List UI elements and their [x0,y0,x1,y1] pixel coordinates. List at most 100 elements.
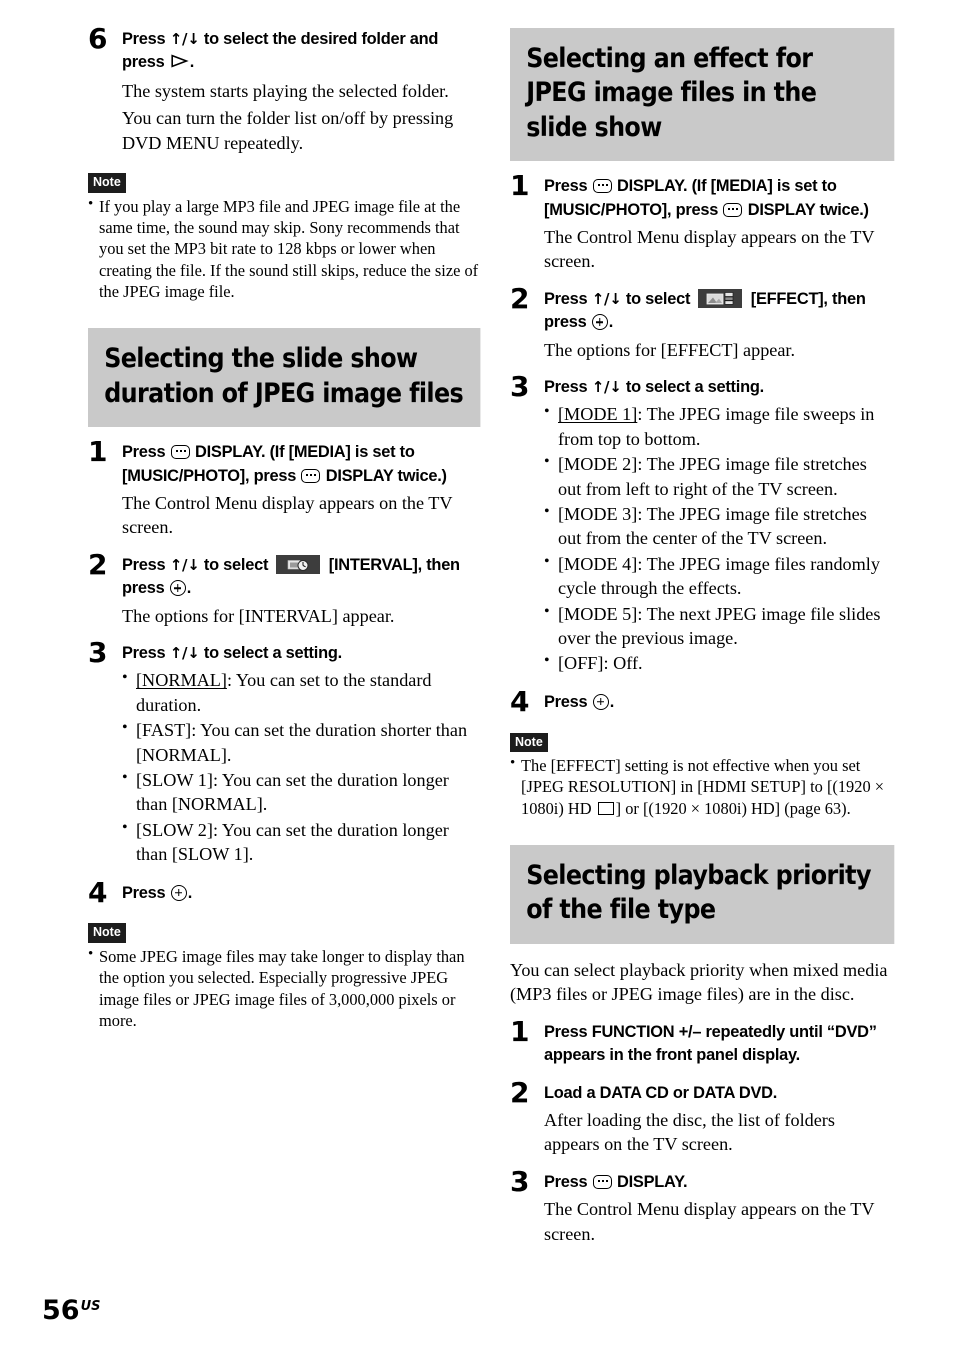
step-3-title-part-b: to select a setting. [621,378,764,397]
display-icon [592,1175,612,1190]
step-3-duration: 3 Press ↑/↓ to select a setting. [NORMAL… [88,636,480,867]
display-icon [592,179,612,194]
step-number: 2 [510,282,530,316]
step-1-priority: 1 Press FUNCTION +/– repeatedly until “D… [510,1015,894,1068]
step-2-priority: 2 Load a DATA CD or DATA DVD. After load… [510,1075,894,1157]
option-item: [MODE 3]: The JPEG image file stretches … [544,501,894,551]
option-item: [OFF]: Off. [544,650,894,675]
step-1-title: Press DISPLAY. (If [MEDIA] is set to [MU… [544,175,894,222]
step-2-desc: The options for [EFFECT] appear. [544,339,796,360]
note-item: If you play a large MP3 file and JPEG im… [88,195,480,303]
option-item: [SLOW 1]: You can set the duration longe… [122,767,480,817]
option-item: [FAST]: You can set the duration shorter… [122,717,480,767]
note-block-3: Note The [EFFECT] setting is not effecti… [510,732,894,819]
step-number: 6 [88,22,108,55]
step-2-title-part-d: . [608,313,614,332]
step-6-title-part-a: Press [122,30,170,48]
enter-icon [592,693,609,710]
option-label: [SLOW 2] [136,819,213,840]
enter-icon [169,580,186,597]
left-column: 6 Press ↑/↓ to select the desired folder… [0,22,481,1246]
option-label: [MODE 3] [558,504,638,525]
step-number: 1 [510,1015,530,1049]
step-2-title-part-a: Press [544,290,592,309]
step-4-duration: 4 Press . [88,875,480,909]
step-6: 6 Press ↑/↓ to select the desired folder… [88,22,480,155]
step-number: 2 [88,548,108,582]
step-1-title-part-c: DISPLAY twice.) [743,200,869,219]
step-6-title-part-c: . [189,53,195,72]
step-number: 1 [88,435,108,469]
display-icon [723,202,743,217]
step-4-title-part-a: Press [122,883,170,902]
step-2-title-part-d: . [186,579,192,598]
step-4-title: Press . [544,691,894,714]
note-item: Some JPEG image files may take longer to… [88,945,480,1031]
step-1-desc: The Control Menu display appears on the … [122,492,453,538]
step-number: 3 [88,636,108,670]
note-block-1: Note If you play a large MP3 file and JP… [88,173,480,302]
step-1-desc: The Control Menu display appears on the … [544,226,875,272]
step-2-title: Press ↑/↓ to select [INTERVAL], then pre… [122,554,480,601]
play-icon [170,52,189,75]
step-3-title-part-a: Press [544,378,592,397]
step-4-title-part-b: . [187,883,193,902]
step-2-title-part-a: Press [122,556,170,575]
option-item: [MODE 5]: The next JPEG image file slide… [544,601,894,651]
option-label: [MODE 5] [558,603,638,624]
note-list: If you play a large MP3 file and JPEG im… [88,195,480,303]
page-number: 56US [42,1297,101,1324]
step-number: 2 [510,1075,530,1109]
note-badge: Note [88,923,126,943]
step-2-title: Press ↑/↓ to select [EFFECT], then press… [544,288,894,335]
step-4-title-part-b: . [609,692,615,711]
interval-icon [276,555,321,575]
step-1-title: Press FUNCTION +/– repeatedly until “DVD… [544,1023,877,1065]
note-list: The [EFFECT] setting is not effective wh… [510,754,894,819]
step-3-title-part-b: DISPLAY. [612,1173,688,1192]
step-2-title-part-b: to select [199,556,273,575]
step-3-desc: The Control Menu display appears on the … [544,1199,875,1244]
step-4-title: Press . [122,882,480,905]
display-icon [170,445,190,460]
step-6-desc-1: The system starts playing the selected f… [122,80,449,101]
step-number: 3 [510,370,530,404]
right-column: Selecting an effect for JPEG image files… [477,28,954,1246]
note-badge: Note [88,173,126,193]
updown-arrows-icon: ↑/↓ [591,290,622,309]
blank-box-icon [597,801,614,815]
step-2-effect: 2 Press ↑/↓ to select [EFFECT], then pre… [510,282,894,362]
playback-priority-intro: You can select playback priority when mi… [510,959,888,1005]
option-label: [NORMAL] [136,670,227,691]
enter-icon [591,314,608,331]
step-1-title: Press DISPLAY. (If [MEDIA] is set to [MU… [122,441,480,488]
step-4-title-part-a: Press [544,692,592,711]
step-number: 4 [88,875,108,909]
step-4-effect: 4 Press . [510,684,894,718]
manual-page: 6 Press ↑/↓ to select the desired folder… [0,0,954,1352]
page-number-value: 56 [42,1295,80,1326]
page-region-suffix: US [80,1299,101,1314]
section-heading-slide-show-duration: Selecting the slide show duration of JPE… [88,328,481,428]
step-2-desc: After loading the disc, the list of fold… [544,1109,835,1155]
step-2-title: Load a DATA CD or DATA DVD. [544,1083,778,1102]
note-list: Some JPEG image files may take longer to… [88,945,480,1031]
updown-arrows-icon: ↑/↓ [169,30,200,48]
section-heading-jpeg-effect: Selecting an effect for JPEG image files… [510,28,895,162]
step-1-duration: 1 Press DISPLAY. (If [MEDIA] is set to [… [88,435,480,540]
step-1-effect: 1 Press DISPLAY. (If [MEDIA] is set to [… [510,169,894,274]
step-3-priority: 3 Press DISPLAY. The Control Menu displa… [510,1168,894,1246]
step-3-title: Press DISPLAY. [544,1171,894,1194]
step-2-desc: The options for [INTERVAL] appear. [122,605,395,626]
step-1-title-part-a: Press [544,177,592,196]
step-2-duration: 2 Press ↑/↓ to select [INTERVAL], then p… [88,548,480,628]
step-3-title-part-a: Press [122,644,170,663]
option-item: [MODE 4]: The JPEG image files randomly … [544,551,894,601]
step-1-title-part-c: DISPLAY twice.) [321,466,447,485]
two-column-layout: 6 Press ↑/↓ to select the desired folder… [0,22,954,1246]
step-number: 1 [510,169,530,203]
step-number: 4 [510,684,530,718]
option-label: [MODE 1] [558,404,638,425]
step-3-title: Press ↑/↓ to select a setting. [544,376,894,399]
step-6-title: Press ↑/↓ to select the desired folder a… [122,28,480,76]
